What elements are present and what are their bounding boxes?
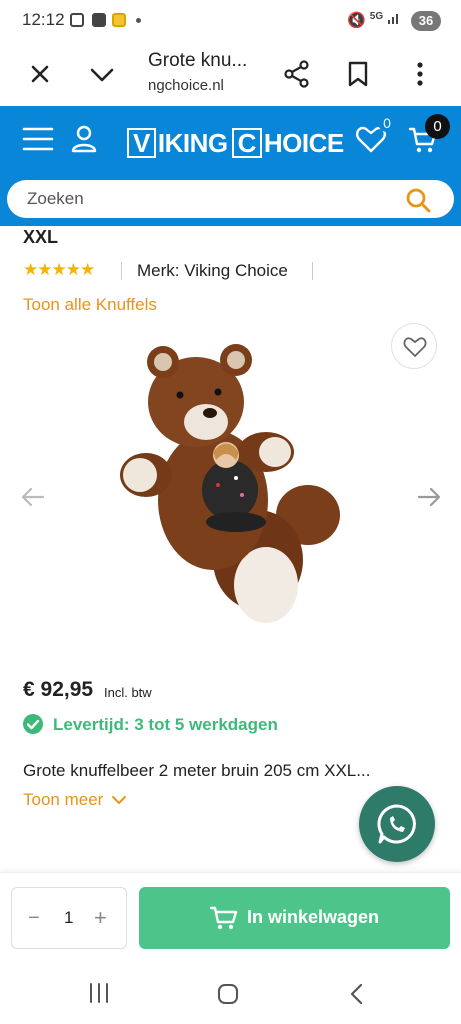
share-icon[interactable] xyxy=(279,56,315,92)
network-label: 5G xyxy=(369,11,384,22)
site-logo[interactable]: V IKING C HOICE xyxy=(127,126,344,160)
product-price: € 92,95 xyxy=(23,678,94,701)
wishlist-count-badge: 0 xyxy=(378,114,396,132)
show-more-link[interactable]: Toon meer xyxy=(23,790,127,810)
more-vert-icon[interactable] xyxy=(402,56,438,92)
cart-icon xyxy=(209,906,238,930)
chevron-down-icon[interactable] xyxy=(84,56,120,92)
previous-image-arrow-icon[interactable] xyxy=(18,482,48,512)
chevron-down-icon xyxy=(112,796,127,804)
divider xyxy=(312,262,313,280)
bookmark-icon[interactable] xyxy=(340,56,376,92)
whatsapp-icon xyxy=(377,804,416,844)
cart-count-badge: 0 xyxy=(425,114,450,139)
status-bar: 12:12 🔇 5G 36 xyxy=(0,0,461,42)
battery-badge: 36 xyxy=(411,11,441,31)
notification-dot-icon xyxy=(136,18,141,23)
screenshot-icon xyxy=(70,13,84,27)
category-link[interactable]: Toon alle Knuffels xyxy=(23,295,157,315)
recent-apps-icon[interactable] xyxy=(86,982,112,1004)
logo-letter-c: C xyxy=(231,128,262,158)
divider xyxy=(121,262,122,280)
close-icon[interactable] xyxy=(22,56,58,92)
price-note: Incl. btw xyxy=(104,685,152,700)
next-image-arrow-icon[interactable] xyxy=(414,482,444,512)
brand-label: Merk: Viking Choice xyxy=(137,261,288,280)
signal-icons: 🔇 5G xyxy=(347,11,401,29)
add-to-cart-label: In winkelwagen xyxy=(247,907,380,927)
app-icon xyxy=(112,13,126,27)
logo-text-1: IKING xyxy=(157,127,228,158)
product-description: Grote knuffelbeer 2 meter bruin 205 cm X… xyxy=(23,761,371,780)
back-icon[interactable] xyxy=(346,982,368,1006)
increment-button[interactable]: + xyxy=(94,905,107,931)
signal-icon xyxy=(388,14,398,24)
add-to-cart-button[interactable]: In winkelwagen xyxy=(139,887,450,949)
product-image[interactable] xyxy=(118,340,343,630)
site-header: V IKING C HOICE 0 0 xyxy=(0,106,461,226)
add-to-wishlist-button[interactable] xyxy=(391,323,437,369)
system-navigation-bar xyxy=(0,962,461,1024)
decrement-button[interactable]: − xyxy=(28,907,40,930)
search-input[interactable] xyxy=(27,188,387,210)
heart-icon xyxy=(403,337,427,357)
quantity-value[interactable]: 1 xyxy=(64,908,73,928)
logo-text-2: HOICE xyxy=(263,127,344,158)
rating-stars: ★★★★★ xyxy=(23,260,95,279)
check-circle-icon xyxy=(23,714,43,734)
logo-letter-v: V xyxy=(127,128,156,158)
status-time: 12:12 xyxy=(22,10,65,29)
quantity-stepper[interactable]: − 1 + xyxy=(11,887,127,949)
add-to-cart-bar: − 1 + In winkelwagen xyxy=(0,872,461,962)
delivery-time: Levertijd: 3 tot 5 werkdagen xyxy=(53,715,278,734)
check-icon xyxy=(92,13,106,27)
search-bar[interactable] xyxy=(7,180,454,218)
show-more-label: Toon meer xyxy=(23,790,104,809)
search-icon[interactable] xyxy=(404,186,432,214)
menu-icon[interactable] xyxy=(22,124,54,154)
home-icon[interactable] xyxy=(216,982,240,1006)
url-text[interactable]: ngchoice.nl xyxy=(148,77,224,94)
product-title: XXL xyxy=(23,227,59,247)
browser-toolbar: Grote knu... ngchoice.nl xyxy=(0,42,461,106)
user-icon[interactable] xyxy=(70,124,98,154)
tab-title: Grote knu... xyxy=(148,50,248,71)
whatsapp-chat-button[interactable] xyxy=(359,786,435,862)
